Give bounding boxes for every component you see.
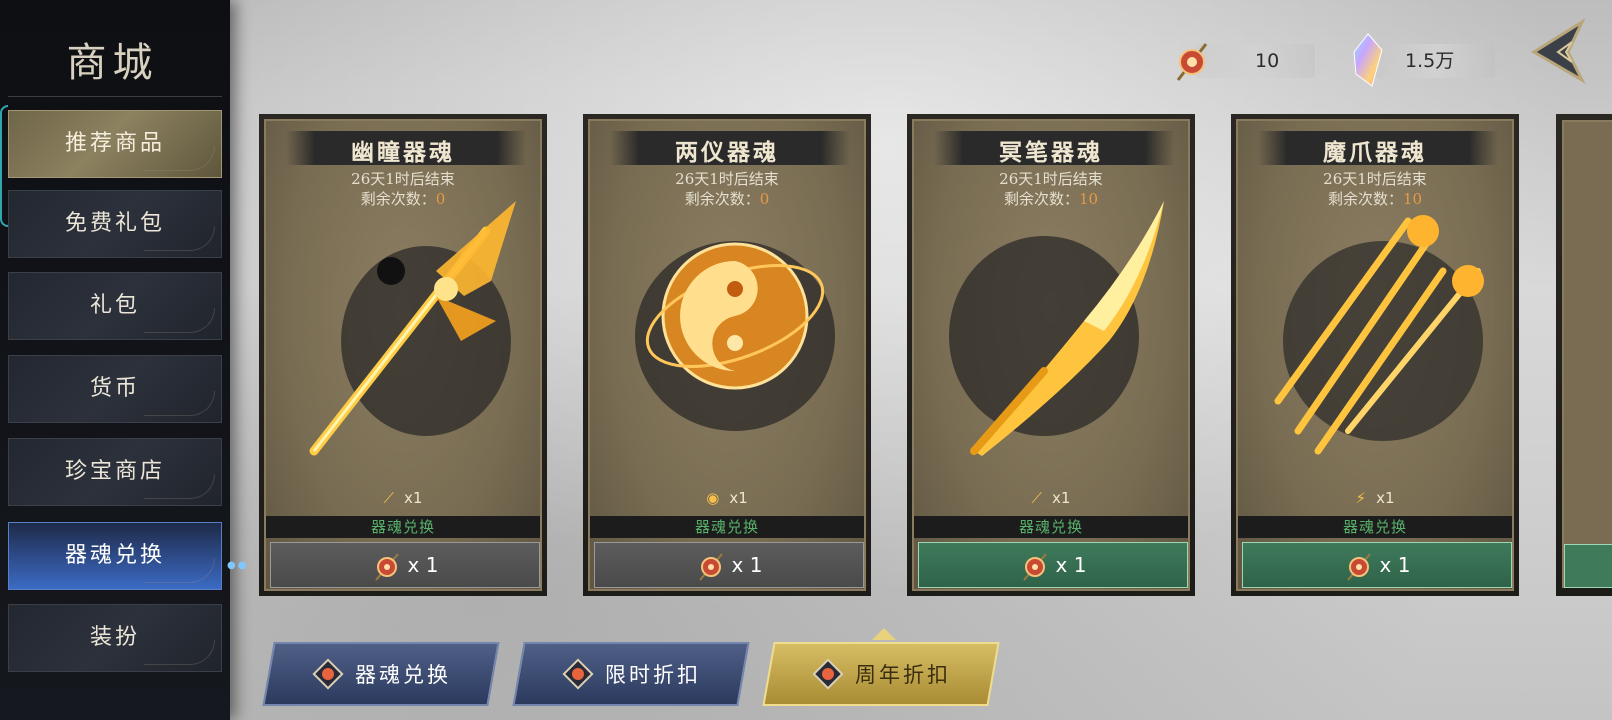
sidebar: 商城 推荐商品 免费礼包 礼包 货币 珍宝商店 器魂兑换 装扮 [0,0,230,720]
tab-anniversary-discount[interactable]: 周年折扣 [762,642,1000,706]
card-title: 两仪器魂 [675,139,779,166]
tab-label: 限时折扣 [605,663,701,687]
halberd-small-icon: ⟋ [383,489,395,507]
sidebar-item-dress-up[interactable]: 装扮 [8,604,222,672]
buy-button[interactable]: x 1 [1242,542,1512,588]
card-title: 魔爪器魂 [1323,139,1427,166]
buy-button[interactable]: x 1 [270,542,540,588]
tab-label: 周年折扣 [855,663,951,687]
halberd-icon [309,201,516,456]
card-title: 冥笔器魂 [999,139,1103,166]
sidebar-item-treasure-shop[interactable]: 珍宝商店 [8,438,222,506]
brush-icon [949,201,1164,456]
soul-token-icon [1176,43,1208,81]
buy-text: x 1 [1379,553,1411,577]
card-type-label: 器魂兑换 [590,516,864,538]
sidebar-item-recommended[interactable]: 推荐商品 [8,110,222,178]
token-amount: 10 [1255,50,1280,72]
tab-label: 器魂兑换 [355,663,451,687]
card-timer: 26天1时后结束 [675,170,779,188]
yin-yang-orb-icon [635,241,835,431]
product-card-partial[interactable] [1556,114,1612,596]
card-panel: 两仪器魂 26天1时后结束 剩余次数：0 ◉ x1 器魂兑换 x 1 [588,119,866,591]
sidebar-divider [8,96,222,97]
active-tab-indicator [872,628,896,640]
card-cost: ⟋ x1 [914,489,1188,511]
page-title: 商城 [66,40,159,86]
card-timer: 26天1时后结束 [351,170,455,188]
cost-text: x1 [1376,489,1395,507]
sidebar-item-label: 推荐商品 [64,131,165,156]
sidebar-item-label: 器魂兑换 [64,543,165,568]
claw-icon [1274,215,1484,455]
product-card[interactable]: 幽瞳器魂 26天1时后结束 剩余次数：0 ⟋ x1 器魂兑换 x 1 [259,114,547,596]
card-panel: 魔爪器魂 26天1时后结束 剩余次数：10 ⚡ x1 器魂兑换 x 1 [1236,119,1514,591]
tab-limited-discount[interactable]: 限时折扣 [512,642,750,706]
buy-button[interactable]: x 1 [594,542,864,588]
product-card[interactable]: 冥笔器魂 26天1时后结束 剩余次数：10 ⟋ x1 器魂兑换 x 1 [907,114,1195,596]
card-type-label: 器魂兑换 [914,516,1188,538]
card-timer: 26天1时后结束 [1323,170,1427,188]
sidebar-item-label: 珍宝商店 [64,459,165,484]
sidebar-accent-bracket [0,105,8,227]
card-title: 幽瞳器魂 [351,139,455,166]
sidebar-item-label: 装扮 [89,625,140,650]
back-arrow-icon [1531,18,1586,84]
soul-token-icon [374,552,399,581]
card-cost: ⟋ x1 [266,489,540,511]
orb-small-icon: ◉ [706,489,720,507]
sidebar-item-soul-exchange[interactable]: 器魂兑换 [8,522,222,590]
buy-text: x 1 [1055,553,1087,577]
cost-text: x1 [1052,489,1071,507]
buy-text: x 1 [407,553,439,577]
soul-token-icon [312,658,344,690]
soul-token-icon [698,552,723,581]
sidebar-item-label: 礼包 [89,293,140,318]
card-panel: 幽瞳器魂 26天1时后结束 剩余次数：0 ⟋ x1 器魂兑换 x 1 [264,119,542,591]
product-card[interactable]: 魔爪器魂 26天1时后结束 剩余次数：10 ⚡ x1 器魂兑换 x 1 [1231,114,1519,596]
card-timer: 26天1时后结束 [999,170,1103,188]
buy-button[interactable]: x 1 [918,542,1188,588]
brush-small-icon: ⟋ [1031,489,1043,507]
sidebar-item-gift-pack[interactable]: 礼包 [8,272,222,340]
crystal-counter: 1.5万 [1375,44,1495,78]
soul-token-icon [1346,552,1371,581]
crystal-amount: 1.5万 [1405,50,1455,72]
card-cost: ◉ x1 [590,489,864,511]
cost-text: x1 [729,489,748,507]
soul-token-icon [812,658,844,690]
claw-small-icon: ⚡ [1355,489,1367,507]
card-panel [1562,120,1612,588]
tab-content: 器魂兑换 [270,644,492,704]
tab-content: 周年折扣 [770,644,992,704]
tab-soul-exchange[interactable]: 器魂兑换 [262,642,500,706]
back-button[interactable] [1528,18,1586,84]
soul-token-icon [562,658,594,690]
buy-button-partial[interactable] [1564,544,1612,588]
card-type-label: 器魂兑换 [1238,516,1512,538]
rainbow-crystal-icon [1353,33,1383,87]
sidebar-item-label: 货币 [89,376,140,401]
cost-text: x1 [404,489,423,507]
sidebar-item-currency[interactable]: 货币 [8,355,222,423]
soul-token-icon [1022,552,1047,581]
buy-text: x 1 [731,553,763,577]
tab-content: 限时折扣 [520,644,742,704]
token-counter: 10 [1195,44,1315,78]
product-card[interactable]: 两仪器魂 26天1时后结束 剩余次数：0 ◉ x1 器魂兑换 x 1 [583,114,871,596]
sidebar-item-free-gift[interactable]: 免费礼包 [8,190,222,258]
card-cost: ⚡ x1 [1238,489,1512,511]
card-panel: 冥笔器魂 26天1时后结束 剩余次数：10 ⟋ x1 器魂兑换 x 1 [912,119,1190,591]
card-type-label: 器魂兑换 [266,516,540,538]
sidebar-item-label: 免费礼包 [64,211,165,236]
selection-indicator-dots: ●● [227,560,249,571]
